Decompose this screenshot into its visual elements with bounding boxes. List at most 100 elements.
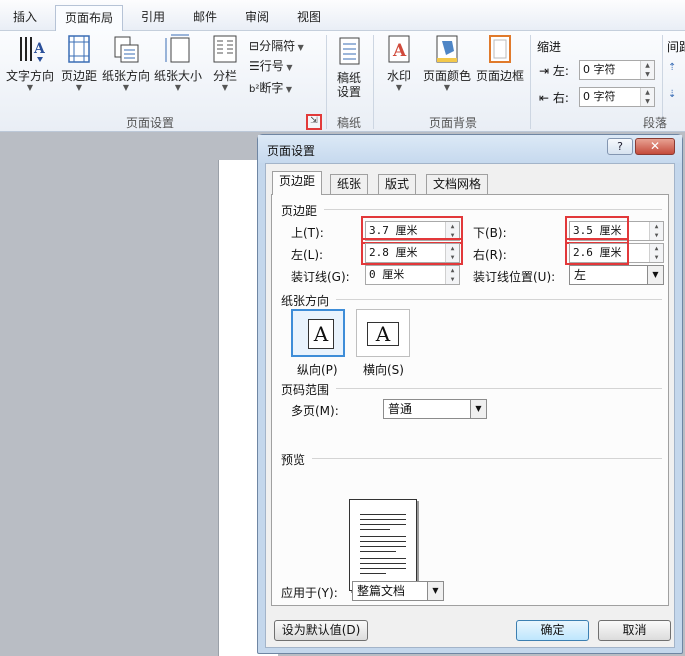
portrait-option[interactable]: A xyxy=(291,309,345,357)
left-margin-label: 左(L): xyxy=(291,248,324,262)
group-page-background-label: 页面背景 xyxy=(428,116,477,130)
tab-references[interactable]: 引用 xyxy=(132,5,174,31)
preview-text-line xyxy=(360,519,406,520)
apply-to-value: 整篇文档 xyxy=(357,584,406,598)
right-margin-label: 右(R): xyxy=(473,248,507,262)
tab-document-grid[interactable]: 文档网格 xyxy=(426,174,489,194)
margins-section-title: 页边距 xyxy=(281,204,318,218)
chevron-down-icon: ▼ xyxy=(75,83,83,92)
orientation-label: 纸张方向 xyxy=(101,69,150,83)
tab-paper[interactable]: 纸张 xyxy=(330,174,369,194)
margins-tab-panel: 页边距 上(T): 3.7 厘米 ▲ ▼ 下(B): 3.5 厘米 ▲ ▼ 左(L): … xyxy=(271,194,669,606)
chevron-down-icon[interactable]: ▼ xyxy=(647,266,663,284)
indent-right-icon: ⇤ xyxy=(539,91,550,105)
text-direction-button[interactable]: A 文字方向 ▼ xyxy=(5,33,55,93)
columns-button[interactable]: 分栏 ▼ xyxy=(207,33,243,93)
hyphenation-button[interactable]: b²断字 ▼ xyxy=(249,78,292,98)
spinner-arrows-icon[interactable]: ▲ ▼ xyxy=(649,222,663,240)
hyphenation-icon: b² xyxy=(249,84,260,95)
ribbon-tab-bar: 插入 页面布局 引用 邮件 审阅 视图 xyxy=(0,0,685,32)
chevron-down-icon: ▼ xyxy=(26,83,34,92)
margins-button[interactable]: 页边距 ▼ xyxy=(58,33,100,93)
cancel-button[interactable]: 取消 xyxy=(598,620,671,641)
spinner-arrows-icon[interactable]: ▲ ▼ xyxy=(445,266,459,284)
watermark-button[interactable]: A 水印 ▼ xyxy=(381,33,417,93)
indent-left-text: 左: xyxy=(552,64,569,78)
page-setup-dialog: 页面设置 ? ✕ 页边距 纸张 版式 文档网格 页边距 上(T): 3.7 厘米… xyxy=(257,134,683,654)
spinner-arrows-icon[interactable]: ▲ ▼ xyxy=(649,244,663,262)
spinner-arrows-icon[interactable]: ▲ ▼ xyxy=(640,61,654,79)
dialog-title: 页面设置 xyxy=(267,144,316,158)
svg-text:A: A xyxy=(392,41,407,61)
watermark-label: 水印 xyxy=(386,69,411,83)
portrait-label: 纵向(P) xyxy=(297,363,338,377)
apply-to-select[interactable]: 整篇文档 ▼ xyxy=(352,581,444,601)
indent-left-input[interactable]: 0 字符 ▲ ▼ xyxy=(579,60,655,80)
set-default-button[interactable]: 设为默认值(D) xyxy=(274,620,368,641)
indent-right-label: ⇤ 右: xyxy=(539,89,569,106)
landscape-option[interactable]: A xyxy=(356,309,410,357)
landscape-page-icon: A xyxy=(367,322,399,346)
help-button[interactable]: ? xyxy=(607,138,633,155)
line-numbers-label: 行号 xyxy=(259,59,284,73)
chevron-down-icon: ▼ xyxy=(283,63,293,72)
page-setup-dialog-launcher-icon[interactable]: ⇲ xyxy=(306,114,322,130)
chevron-down-icon[interactable]: ▼ xyxy=(427,582,443,600)
watermark-icon: A xyxy=(384,33,414,65)
ok-button[interactable]: 确定 xyxy=(516,620,589,641)
preview-text-line xyxy=(360,524,406,525)
close-button[interactable]: ✕ xyxy=(635,138,675,155)
gutter-value: 0 厘米 xyxy=(369,268,405,281)
indent-right-text: 右: xyxy=(552,91,569,105)
manuscript-button[interactable]: 稿纸 设置 xyxy=(330,33,368,99)
orientation-button[interactable]: 纸张方向 ▼ xyxy=(101,33,151,93)
gutter-position-select[interactable]: 左 ▼ xyxy=(569,265,664,285)
tab-layout[interactable]: 版式 xyxy=(378,174,417,194)
preview-text-line xyxy=(360,529,390,530)
apply-to-label: 应用于(Y): xyxy=(281,586,338,600)
tab-view[interactable]: 视图 xyxy=(288,5,330,31)
line-numbers-button[interactable]: ☰行号 ▼ xyxy=(249,56,292,76)
tab-page-layout[interactable]: 页面布局 xyxy=(55,5,124,32)
preview-text-line xyxy=(360,563,406,564)
indent-right-input[interactable]: 0 字符 ▲ ▼ xyxy=(579,87,655,107)
tab-margins[interactable]: 页边距 xyxy=(272,171,323,195)
multiple-pages-select[interactable]: 普通 ▼ xyxy=(383,399,487,419)
multiple-pages-value: 普通 xyxy=(388,402,413,416)
ribbon: A 文字方向 ▼ 页边距 ▼ 纸张方向 ▼ 纸张大小 ▼ 分栏 ▼ ⊟分隔符 ▼… xyxy=(0,31,685,132)
chevron-down-icon: ▼ xyxy=(395,83,403,92)
size-button[interactable]: 纸张大小 ▼ xyxy=(153,33,203,93)
page-color-icon xyxy=(432,33,462,65)
page-color-label: 页面颜色 xyxy=(422,69,471,83)
chevron-down-icon: ▼ xyxy=(283,85,293,94)
indent-title: 缩进 xyxy=(537,40,562,54)
line-numbers-icon: ☰ xyxy=(249,59,260,73)
dialog-titlebar[interactable]: 页面设置 ? ✕ xyxy=(258,135,682,163)
gutter-input[interactable]: 0 厘米 ▲ ▼ xyxy=(365,265,460,285)
size-label: 纸张大小 xyxy=(153,69,202,83)
tab-insert[interactable]: 插入 xyxy=(4,5,46,31)
chevron-down-icon[interactable]: ▼ xyxy=(470,400,486,418)
indent-left-label: ⇥ 左: xyxy=(539,62,569,79)
chevron-down-icon: ▼ xyxy=(122,83,130,92)
page-break-icon: ⊟ xyxy=(249,39,260,53)
chevron-down-icon: ▼ xyxy=(174,83,182,92)
tab-mailings[interactable]: 邮件 xyxy=(184,5,226,31)
top-margin-label: 上(T): xyxy=(291,226,324,240)
group-separator xyxy=(373,35,374,129)
page-borders-button[interactable]: 页面边框 xyxy=(474,33,526,83)
text-direction-icon: A xyxy=(15,33,45,65)
indent-right-value: 0 字符 xyxy=(583,90,616,103)
tab-review[interactable]: 审阅 xyxy=(236,5,278,31)
page-color-button[interactable]: 页面颜色 ▼ xyxy=(422,33,472,93)
breaks-label: 分隔符 xyxy=(259,39,296,53)
breaks-button[interactable]: ⊟分隔符 ▼ xyxy=(249,36,304,56)
pages-section-title: 页码范围 xyxy=(281,383,330,397)
gutter-position-label: 装订线位置(U): xyxy=(473,270,556,284)
spinner-arrows-icon[interactable]: ▲ ▼ xyxy=(640,88,654,106)
margins-icon xyxy=(64,33,94,65)
group-manuscript-label: 稿纸 xyxy=(336,116,361,130)
preview-section-title: 预览 xyxy=(281,453,306,467)
multiple-pages-label: 多页(M): xyxy=(291,404,339,418)
chevron-down-icon: ▼ xyxy=(443,83,451,92)
